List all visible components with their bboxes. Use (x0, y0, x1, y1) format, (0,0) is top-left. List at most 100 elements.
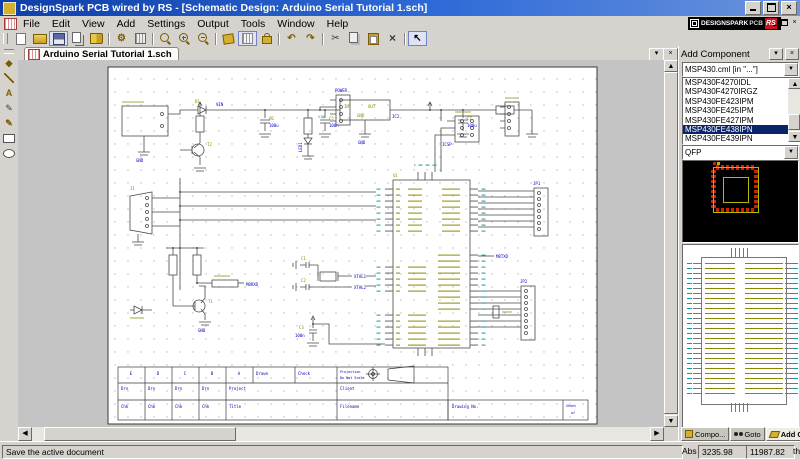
net-gnd: GND (198, 328, 206, 333)
colors-button[interactable] (219, 31, 238, 46)
component-list-item-selected[interactable]: MSP430FE438IPN (683, 125, 788, 134)
tb-chk: Chk (175, 404, 183, 409)
scroll-up-button[interactable]: ▲ (788, 78, 800, 89)
scroll-down-button[interactable]: ▼ (664, 415, 678, 427)
add-closed-shape-button[interactable]: ✎ (2, 116, 17, 130)
restore-button[interactable] (763, 1, 779, 15)
tab-goto[interactable]: Goto (730, 427, 764, 441)
net-gnd: GND (136, 158, 144, 163)
tb-filename: Filename (340, 404, 360, 409)
paste-icon (368, 33, 379, 45)
library-dropdown[interactable]: MSP430.cml [in "..."] ▼ (682, 62, 799, 77)
wire-icon (4, 73, 14, 83)
unlock-button[interactable] (257, 31, 276, 46)
view-all-button[interactable] (156, 31, 175, 46)
grid-button[interactable] (238, 31, 257, 46)
menu-tools[interactable]: Tools (235, 17, 272, 31)
toolbar-separator (404, 33, 406, 45)
list-scrollbar[interactable]: ▲ ▼ (788, 78, 800, 142)
zoom-in-button[interactable] (175, 31, 194, 46)
tb-drn: Drn (121, 386, 129, 391)
designspark-banner: DESIGNSPARK PCB RS (688, 17, 781, 30)
add-open-shape-button[interactable]: ✎ (2, 101, 17, 115)
document-tab[interactable]: Arduino Serial Tutorial 1.sch (24, 47, 179, 60)
component-list-item[interactable]: MSP430FE439IPN (683, 134, 788, 143)
scroll-down-button[interactable]: ▼ (788, 131, 800, 142)
arrow-right-icon: ▶ (654, 430, 659, 437)
tb-check: Check (298, 371, 311, 376)
schematic-toolbar: ◆ A ✎ ✎ (0, 46, 19, 441)
save-button[interactable] (49, 31, 68, 46)
vertical-scrollbar[interactable]: ▲ ▼ (664, 60, 678, 427)
add-wire-button[interactable] (2, 71, 17, 85)
menu-window[interactable]: Window (271, 17, 320, 31)
new-button[interactable] (11, 31, 30, 46)
tb-do-not-scale: Do Not Scale (340, 376, 365, 380)
panel-menu-button[interactable]: ▾ (769, 48, 783, 60)
undo-button[interactable]: ↶ (282, 31, 301, 46)
scroll-up-button[interactable]: ▲ (664, 60, 678, 72)
menu-file[interactable]: File (17, 17, 46, 31)
menu-edit[interactable]: Edit (46, 17, 76, 31)
mdi-restore-button[interactable] (780, 18, 789, 28)
menu-settings[interactable]: Settings (141, 17, 191, 31)
package-dropdown[interactable]: QFP ▼ (682, 145, 799, 160)
mdi-minimize-button[interactable] (770, 18, 779, 28)
horizontal-scroll-thumb[interactable] (44, 427, 236, 441)
vertical-scroll-thumb[interactable] (664, 72, 678, 414)
copy-button[interactable] (345, 31, 364, 46)
schematic-canvas[interactable]: D1 VIN C6 100u C5 100n C7 100u IN OUT GN… (18, 60, 664, 427)
settings-button[interactable]: ⚙ (112, 31, 131, 46)
library-book-icon (90, 33, 103, 44)
close-button[interactable]: × (781, 1, 797, 15)
panel-close-button[interactable]: × (785, 48, 799, 60)
panel-tab-bar: Compo... Goto Add Co... (681, 427, 800, 441)
cut-button[interactable]: ✂ (326, 31, 345, 46)
component-list-item[interactable]: MSP430FE427IPM (683, 116, 788, 125)
tb-projection: Projection (340, 370, 360, 374)
menu-help[interactable]: Help (321, 17, 355, 31)
scroll-right-button[interactable]: ▶ (650, 427, 664, 441)
redo-button[interactable]: ↷ (301, 31, 320, 46)
component-list-item[interactable]: MSP430FE423IPM (683, 97, 788, 106)
tab-components[interactable]: Compo... (681, 427, 729, 441)
component-list-item[interactable]: MSP430F4270IRGZ (683, 87, 788, 96)
list-scroll-thumb[interactable] (788, 114, 800, 130)
tab-add-component[interactable]: Add Co... (766, 427, 800, 441)
delete-button[interactable]: × (383, 31, 402, 46)
arrow-down-icon: ▼ (668, 418, 675, 425)
component-list-item[interactable]: MSP430F4270IDL (683, 78, 788, 87)
select-mode-button[interactable]: ↖ (408, 31, 427, 46)
mdi-close-button[interactable]: × (790, 18, 799, 28)
library-dropdown-value: MSP430.cml [in "..."] (683, 65, 784, 74)
component-list-item[interactable]: MSP430FE425IPM (683, 106, 788, 115)
menu-output[interactable]: Output (191, 17, 235, 31)
add-circle-button[interactable] (2, 146, 17, 160)
menu-view[interactable]: View (76, 17, 111, 31)
minimize-button[interactable] (745, 1, 761, 15)
scroll-left-button[interactable]: ◀ (18, 427, 32, 441)
window-title: DesignSpark PCB wired by RS - [Schematic… (20, 2, 427, 14)
component-icon: ◆ (6, 58, 13, 69)
pencil-icon: ✎ (5, 118, 13, 129)
dropdown-arrow-icon[interactable]: ▼ (784, 63, 798, 76)
add-component-button[interactable]: ◆ (2, 56, 17, 70)
design-technology-button[interactable] (131, 31, 150, 46)
close-document-button[interactable] (68, 31, 87, 46)
ref-c3: C3 (299, 325, 304, 330)
horizontal-scrollbar[interactable]: ◀ ▶ (18, 427, 664, 441)
menu-add[interactable]: Add (111, 17, 142, 31)
status-bar: Save the active document Abs 3235.98 119… (0, 441, 800, 459)
brand-pcb: PCB (749, 20, 763, 27)
save-icon (53, 33, 65, 45)
dropdown-arrow-icon[interactable]: ▼ (784, 146, 798, 159)
libraries-button[interactable] (87, 31, 106, 46)
zoom-out-button[interactable] (194, 31, 213, 46)
add-rectangle-button[interactable] (2, 131, 17, 145)
symbol-pins-bottom (731, 403, 749, 412)
ref-t2: T2 (207, 142, 212, 147)
add-text-button[interactable]: A (2, 86, 17, 100)
open-button[interactable] (30, 31, 49, 46)
paste-button[interactable] (364, 31, 383, 46)
component-list[interactable]: MSP430F4270IDL MSP430F4270IRGZ MSP430FE4… (682, 77, 800, 145)
